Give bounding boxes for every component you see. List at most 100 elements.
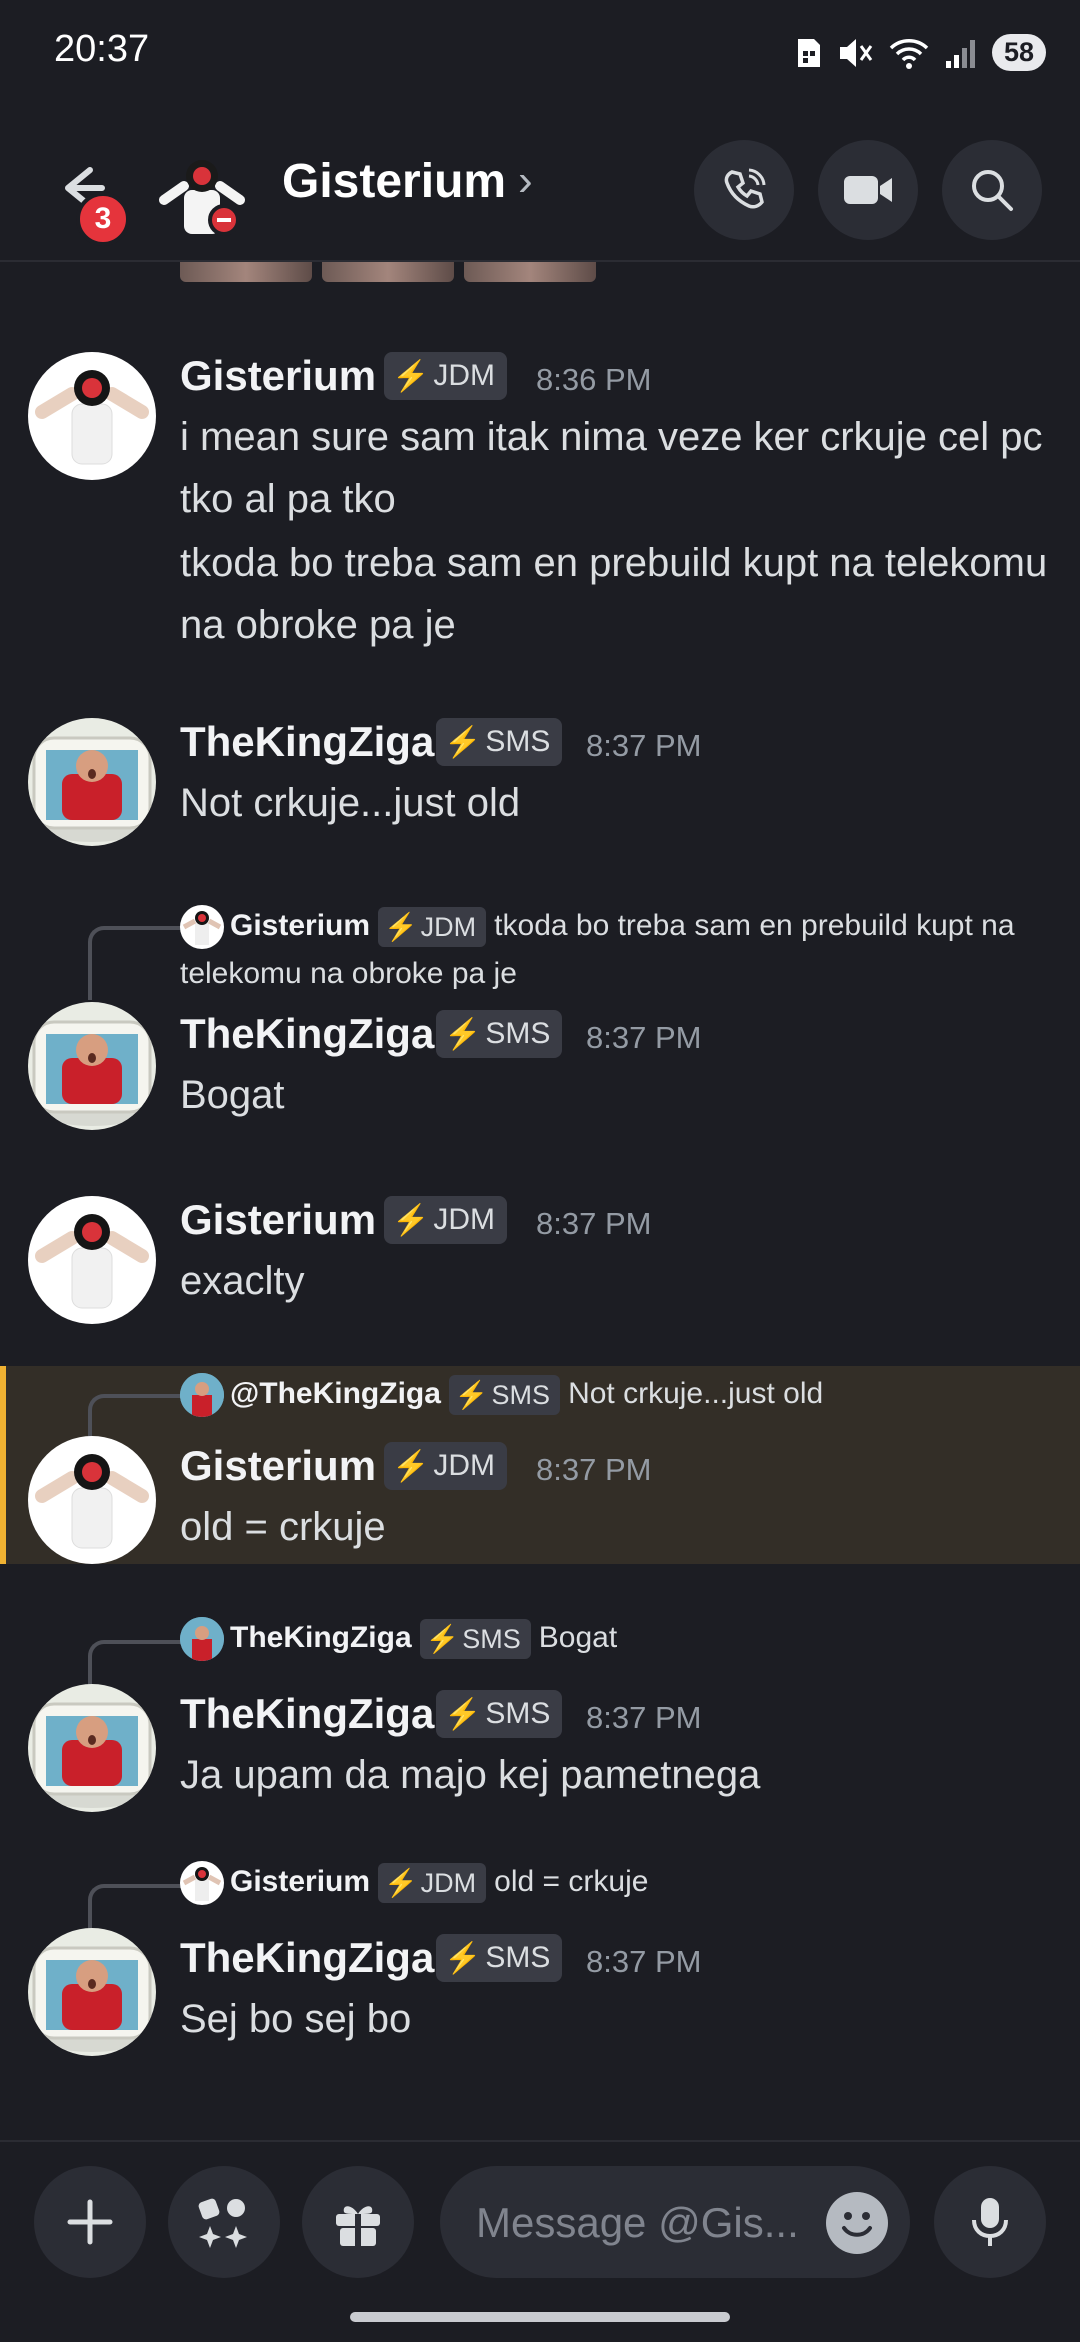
reply-preview[interactable]: TheKingZiga ⚡ SMS Bogat: [180, 1614, 1040, 1662]
role-tag: ⚡ JDM: [384, 1196, 508, 1244]
user-avatar-thekingziga[interactable]: [28, 1684, 156, 1812]
reply-text: Not crkuje...just old: [568, 1377, 824, 1410]
microphone-icon: [972, 2198, 1008, 2246]
reply-preview[interactable]: @TheKingZiga ⚡ SMS Not crkuje...just old: [180, 1370, 1040, 1418]
message-text: Bogat: [180, 1073, 285, 1117]
role-tag: ⚡ JDM: [384, 1442, 508, 1490]
message-item[interactable]: Gisterium ⚡ JDM tkoda bo treba sam en prebu…: [0, 902, 1080, 1132]
message-list[interactable]: Gisterium ⚡ JDM 8:36 PM i mean sure sam i…: [0, 262, 1080, 2142]
video-call-button[interactable]: [818, 140, 918, 240]
bolt-icon: ⚡: [425, 1624, 460, 1655]
message-timestamp: 8:37 PM: [536, 1206, 652, 1241]
status-time: 20:37: [54, 28, 150, 70]
add-attachment-button[interactable]: [34, 2166, 146, 2278]
sim-icon: [797, 38, 820, 67]
user-avatar-gisterium[interactable]: [28, 1436, 156, 1564]
search-button[interactable]: [942, 140, 1042, 240]
image-attachment-strip[interactable]: [180, 262, 596, 282]
author-name[interactable]: TheKingZiga: [180, 1934, 434, 1982]
author-name[interactable]: TheKingZiga: [180, 718, 434, 766]
role-tag: ⚡ JDM: [384, 352, 508, 400]
chat-header: 3 Gisterium ›: [0, 120, 1080, 262]
plus-icon: [67, 2199, 113, 2245]
author-name[interactable]: Gisterium: [180, 1442, 376, 1490]
user-avatar-gisterium[interactable]: [28, 352, 156, 480]
author-name[interactable]: Gisterium: [180, 352, 376, 400]
contact-avatar[interactable]: [158, 150, 246, 238]
apps-button[interactable]: [168, 2166, 280, 2278]
bolt-icon: ⚡: [384, 1868, 418, 1899]
user-avatar-thekingziga[interactable]: [28, 1002, 156, 1130]
message-timestamp: 8:37 PM: [586, 1700, 702, 1735]
message-timestamp: 8:36 PM: [536, 362, 652, 397]
reply-avatar: [180, 1861, 224, 1906]
apps-icon: [198, 2198, 247, 2248]
reply-preview[interactable]: Gisterium ⚡ JDM old = crkuje: [180, 1858, 1040, 1906]
wifi-icon: [889, 38, 929, 69]
home-indicator: [350, 2312, 730, 2322]
reply-author: Gisterium: [230, 1865, 371, 1898]
emoji-button[interactable]: [826, 2192, 888, 2254]
gift-icon: [336, 2206, 380, 2246]
reply-role-tag: ⚡ SMS: [448, 1375, 561, 1416]
user-avatar-thekingziga[interactable]: [28, 718, 156, 846]
reply-text: Bogat: [538, 1621, 618, 1654]
message-item[interactable]: TheKingZiga ⚡ SMS Bogat TheKingZiga ⚡ SMS 8:…: [0, 1614, 1080, 1814]
role-tag: ⚡ SMS: [436, 718, 563, 766]
message-item[interactable]: Gisterium ⚡ JDM 8:36 PM i mean sure sam i…: [0, 352, 1080, 662]
reply-connector: [88, 926, 182, 1000]
message-text: tkoda bo treba sam en prebuild kupt na t…: [180, 541, 1048, 647]
user-avatar-gisterium[interactable]: [28, 1196, 156, 1324]
reply-preview[interactable]: Gisterium ⚡ JDM tkoda bo treba sam en prebu…: [180, 902, 1040, 998]
message-item-mentioned[interactable]: @TheKingZiga ⚡ SMS Not crkuje...just old Gi…: [0, 1366, 1080, 1564]
role-tag: ⚡ SMS: [436, 1010, 563, 1058]
bolt-icon: ⚡: [392, 359, 430, 393]
reply-role-tag: ⚡ SMS: [419, 1619, 531, 1660]
message-timestamp: 8:37 PM: [586, 1020, 702, 1055]
message-input-box[interactable]: [440, 2166, 910, 2280]
message-input[interactable]: [474, 2166, 808, 2280]
author-name[interactable]: TheKingZiga: [180, 1010, 434, 1058]
gift-button[interactable]: [302, 2166, 414, 2278]
author-name[interactable]: TheKingZiga: [180, 1690, 434, 1738]
message-timestamp: 8:37 PM: [586, 1944, 702, 1979]
message-text: exaclty: [180, 1259, 305, 1303]
reply-text: old = crkuje: [494, 1865, 649, 1898]
reply-author: @TheKingZiga: [230, 1377, 441, 1410]
reply-avatar: [180, 1373, 224, 1418]
search-icon: [972, 170, 1013, 211]
bolt-icon: ⚡: [444, 725, 482, 759]
voice-call-button[interactable]: [694, 140, 794, 240]
message-timestamp: 8:37 PM: [536, 1452, 652, 1487]
message-item[interactable]: Gisterium ⚡ JDM 8:37 PM exaclty: [0, 1196, 1080, 1326]
bolt-icon: ⚡: [384, 912, 418, 943]
message-item[interactable]: TheKingZiga ⚡ SMS 8:37 PM Not crkuje...ju…: [0, 718, 1080, 848]
chevron-right-icon[interactable]: ›: [518, 156, 533, 206]
chat-title[interactable]: Gisterium: [282, 154, 506, 209]
message-text: Sej bo sej bo: [180, 1997, 412, 2041]
reply-author: Gisterium: [230, 909, 371, 942]
reply-role-tag: ⚡ JDM: [378, 907, 487, 948]
smiley-icon: [842, 2212, 872, 2237]
author-name[interactable]: Gisterium: [180, 1196, 376, 1244]
bolt-icon: ⚡: [392, 1449, 430, 1483]
message-text: i mean sure sam itak nima veze ker crkuj…: [180, 415, 1043, 521]
video-camera-icon: [844, 176, 892, 204]
signal-icon: [945, 39, 975, 68]
user-avatar-thekingziga[interactable]: [28, 1928, 156, 2056]
message-timestamp: 8:37 PM: [586, 728, 702, 763]
battery-level: 58: [991, 34, 1046, 71]
message-text: old = crkuje: [180, 1505, 386, 1549]
voice-message-button[interactable]: [934, 2166, 1046, 2278]
bolt-icon: ⚡: [444, 1017, 482, 1051]
message-item[interactable]: Gisterium ⚡ JDM old = crkuje TheKingZiga ⚡ S…: [0, 1858, 1080, 2058]
bolt-icon: ⚡: [454, 1380, 489, 1411]
reply-role-tag: ⚡ JDM: [378, 1863, 487, 1904]
role-tag: ⚡ SMS: [436, 1690, 563, 1738]
message-text: Ja upam da majo kej pametnega: [180, 1753, 761, 1797]
bolt-icon: ⚡: [444, 1941, 482, 1975]
status-icons: 58: [794, 34, 1046, 71]
status-bar: 20:37 58: [0, 0, 1080, 110]
phone-icon: [724, 168, 766, 209]
role-tag: ⚡ SMS: [436, 1934, 563, 1982]
